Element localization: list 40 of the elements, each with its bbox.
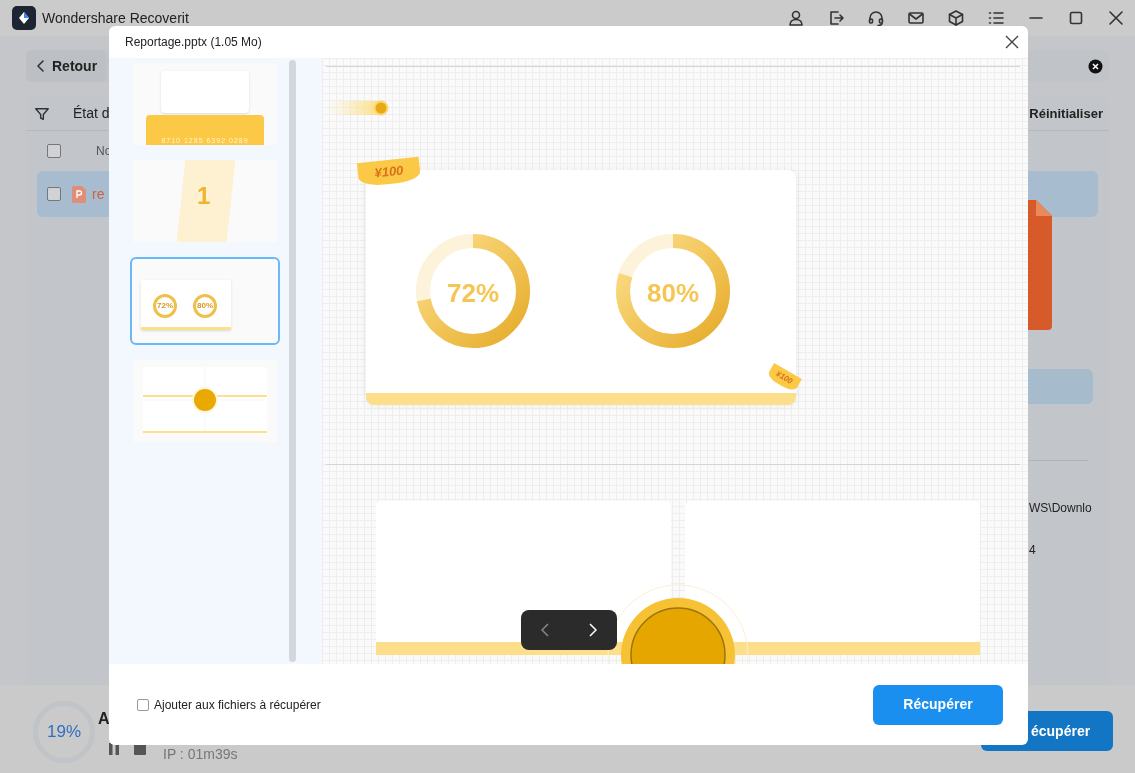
ring-chart-drawing: [152, 293, 218, 319]
back-button[interactable]: Retour: [26, 50, 106, 82]
window-title: Wondershare Recoverit: [42, 8, 189, 28]
app-logo-icon: [12, 6, 36, 30]
user-icon[interactable]: [787, 9, 805, 27]
elapsed-time: IP : 01m39s: [163, 747, 238, 761]
maximize-icon[interactable]: [1067, 9, 1085, 27]
slide-thumbnail[interactable]: [133, 360, 277, 442]
select-all-checkbox[interactable]: [47, 144, 61, 158]
file-size: 4: [1029, 542, 1036, 559]
reset-button[interactable]: Réinitialiser: [1029, 103, 1103, 124]
filter-icon[interactable]: [34, 105, 50, 122]
row-checkbox[interactable]: [47, 187, 61, 201]
filter-label: État d: [73, 104, 110, 123]
mail-icon[interactable]: [907, 9, 925, 27]
thumbnail-percent: 80%: [196, 301, 214, 311]
scrollbar[interactable]: [289, 60, 296, 662]
file-path: WS\Downlo: [1029, 500, 1092, 517]
cube-icon[interactable]: [947, 9, 965, 27]
chevron-left-icon: [36, 60, 46, 72]
chevron-right-icon: [589, 623, 597, 637]
ring-percent: 80%: [645, 277, 700, 310]
close-icon[interactable]: [1004, 34, 1020, 50]
menu-icon[interactable]: [987, 9, 1005, 27]
file-name: re: [92, 184, 105, 204]
slide-number: 1: [197, 181, 211, 211]
chevron-left-icon: [541, 623, 549, 637]
add-checkbox-label: Ajouter aux fichiers à récupérer: [154, 696, 321, 714]
slide-thumbnail[interactable]: 72% 80%: [130, 257, 280, 345]
presentation-file-icon: [72, 185, 86, 203]
close-icon[interactable]: [1107, 9, 1125, 27]
thumbnail-percent: 72%: [156, 301, 174, 311]
sign-out-icon[interactable]: [827, 9, 845, 27]
ring-percent: 72%: [445, 277, 500, 310]
progress-ring: 19%: [33, 701, 95, 763]
recover-button[interactable]: Récupérer: [873, 684, 1003, 725]
add-checkbox[interactable]: [137, 698, 149, 711]
clear-icon[interactable]: [1088, 58, 1103, 74]
status-label: A: [98, 709, 110, 729]
dialog-title: Reportage.pptx (1.05 Mo): [125, 34, 262, 51]
